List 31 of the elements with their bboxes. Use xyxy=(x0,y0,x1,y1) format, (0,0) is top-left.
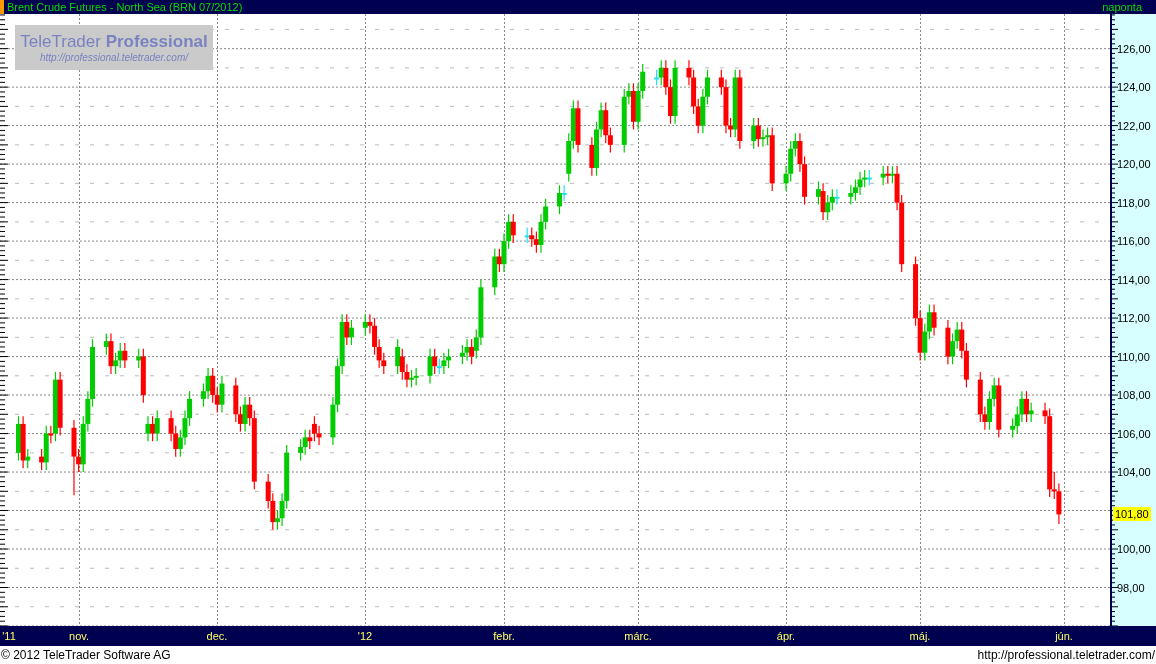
time-axis-label: máj. xyxy=(909,630,931,643)
time-axis-label: '11 xyxy=(2,630,16,643)
price-axis-label: 110,00 xyxy=(1117,350,1150,363)
price-axis-label: 106,00 xyxy=(1117,427,1151,440)
logo-url: http://professional.teletrader.com/ xyxy=(39,51,188,64)
price-axis-label: 98,00 xyxy=(1117,581,1145,594)
interval-label: naponta xyxy=(1102,0,1142,14)
time-axis-label: '12 xyxy=(357,630,373,643)
price-axis-label: 116,00 xyxy=(1117,235,1150,248)
price-axis-label: 100,00 xyxy=(1117,543,1151,555)
logo-text: TeleTrader Professional xyxy=(20,31,208,52)
panel-marker xyxy=(0,0,4,14)
last-price-label: 101,80 xyxy=(1113,507,1151,522)
price-axis-label: 114,00 xyxy=(1117,273,1150,286)
price-axis-label: 112,00 xyxy=(1117,312,1150,325)
time-axis-label: febr. xyxy=(493,630,515,643)
website-link[interactable]: http://professional.teletrader.com/ xyxy=(977,646,1155,664)
price-axis-label: 118,00 xyxy=(1117,196,1150,209)
price-axis-label: 108,00 xyxy=(1117,389,1151,402)
time-axis-label: dec. xyxy=(206,630,228,643)
copyright-text: © 2012 TeleTrader Software AG xyxy=(1,647,171,664)
time-axis-label: jún. xyxy=(1055,630,1073,643)
time-axis-label: nov. xyxy=(69,630,89,643)
price-axis-label: 122,00 xyxy=(1117,119,1151,132)
price-axis-label: 120,00 xyxy=(1117,158,1151,171)
price-axis-label: 104,00 xyxy=(1117,466,1151,479)
price-axis-label: 124,00 xyxy=(1117,81,1151,94)
time-axis-label: márc. xyxy=(624,630,652,643)
chart-title: Brent Crude Futures - North Sea (BRN 07/2012) xyxy=(7,0,243,14)
time-axis-label: ápr. xyxy=(776,630,796,643)
price-axis-label: 126,00 xyxy=(1117,42,1151,55)
